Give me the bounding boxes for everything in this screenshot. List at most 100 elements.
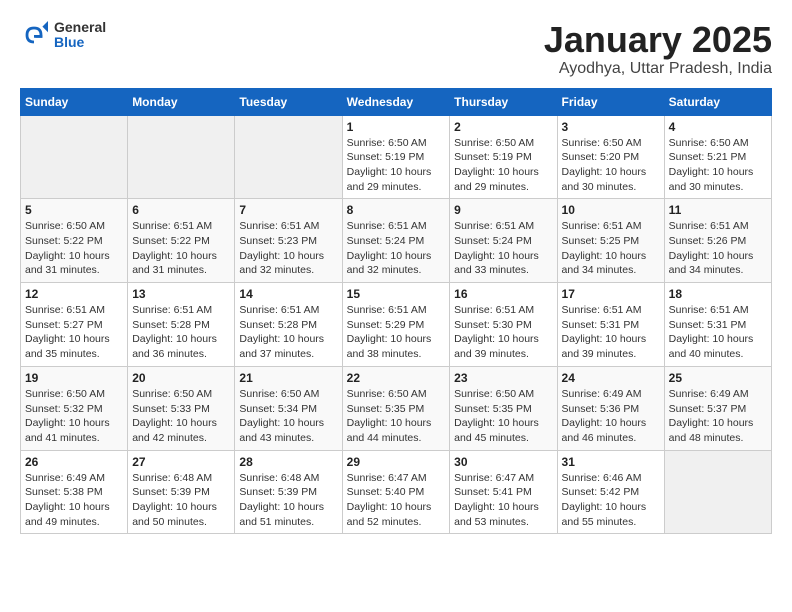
day-info: Sunrise: 6:50 AM Sunset: 5:33 PM Dayligh… xyxy=(132,387,230,446)
day-number: 26 xyxy=(25,455,123,469)
day-info: Sunrise: 6:48 AM Sunset: 5:39 PM Dayligh… xyxy=(239,471,337,530)
day-info: Sunrise: 6:51 AM Sunset: 5:31 PM Dayligh… xyxy=(669,303,767,362)
calendar-cell xyxy=(128,115,235,199)
day-number: 28 xyxy=(239,455,337,469)
day-number: 7 xyxy=(239,203,337,217)
calendar-week-row: 12 Sunrise: 6:51 AM Sunset: 5:27 PM Dayli… xyxy=(21,283,772,367)
day-number: 21 xyxy=(239,371,337,385)
day-number: 4 xyxy=(669,120,767,134)
calendar-cell: 30 Sunrise: 6:47 AM Sunset: 5:41 PM Dayli… xyxy=(450,450,557,534)
day-number: 30 xyxy=(454,455,552,469)
day-number: 23 xyxy=(454,371,552,385)
day-info: Sunrise: 6:50 AM Sunset: 5:19 PM Dayligh… xyxy=(347,136,446,195)
day-number: 11 xyxy=(669,203,767,217)
day-number: 20 xyxy=(132,371,230,385)
day-number: 8 xyxy=(347,203,446,217)
day-of-week-header: Thursday xyxy=(450,88,557,115)
day-number: 14 xyxy=(239,287,337,301)
calendar-cell: 2Sunrise: 6:50 AM Sunset: 5:19 PM Daylig… xyxy=(450,115,557,199)
day-of-week-header: Saturday xyxy=(664,88,771,115)
calendar-cell: 25Sunrise: 6:49 AM Sunset: 5:37 PM Dayli… xyxy=(664,366,771,450)
logo-general-text: General xyxy=(54,20,106,35)
calendar-cell: 13Sunrise: 6:51 AM Sunset: 5:28 PM Dayli… xyxy=(128,283,235,367)
calendar-cell: 10 Sunrise: 6:51 AM Sunset: 5:25 PM Dayli… xyxy=(557,199,664,283)
day-number: 16 xyxy=(454,287,552,301)
calendar-cell: 12 Sunrise: 6:51 AM Sunset: 5:27 PM Dayli… xyxy=(21,283,128,367)
day-info: Sunrise: 6:51 AM Sunset: 5:28 PM Dayligh… xyxy=(239,303,337,362)
day-of-week-header: Monday xyxy=(128,88,235,115)
day-info: Sunrise: 6:46 AM Sunset: 5:42 PM Dayligh… xyxy=(562,471,660,530)
calendar-cell: 5 Sunrise: 6:50 AM Sunset: 5:22 PM Daylig… xyxy=(21,199,128,283)
calendar-cell: 21 Sunrise: 6:50 AM Sunset: 5:34 PM Dayli… xyxy=(235,366,342,450)
day-number: 22 xyxy=(347,371,446,385)
calendar-table: SundayMondayTuesdayWednesdayThursdayFrid… xyxy=(20,88,772,535)
day-info: Sunrise: 6:51 AM Sunset: 5:24 PM Dayligh… xyxy=(347,219,446,278)
day-number: 27 xyxy=(132,455,230,469)
day-number: 6 xyxy=(132,203,230,217)
day-info: Sunrise: 6:51 AM Sunset: 5:29 PM Dayligh… xyxy=(347,303,446,362)
calendar-cell: 17 Sunrise: 6:51 AM Sunset: 5:31 PM Dayli… xyxy=(557,283,664,367)
calendar-week-row: 1 Sunrise: 6:50 AM Sunset: 5:19 PM Daylig… xyxy=(21,115,772,199)
logo: General Blue xyxy=(20,20,106,51)
calendar-cell: 18 Sunrise: 6:51 AM Sunset: 5:31 PM Dayli… xyxy=(664,283,771,367)
calendar-cell: 20 Sunrise: 6:50 AM Sunset: 5:33 PM Dayli… xyxy=(128,366,235,450)
calendar-cell: 29Sunrise: 6:47 AM Sunset: 5:40 PM Dayli… xyxy=(342,450,450,534)
calendar-cell: 28 Sunrise: 6:48 AM Sunset: 5:39 PM Dayli… xyxy=(235,450,342,534)
day-info: Sunrise: 6:51 AM Sunset: 5:25 PM Dayligh… xyxy=(562,219,660,278)
day-info: Sunrise: 6:51 AM Sunset: 5:24 PM Dayligh… xyxy=(454,219,552,278)
calendar-cell: 9Sunrise: 6:51 AM Sunset: 5:24 PM Daylig… xyxy=(450,199,557,283)
calendar-cell xyxy=(664,450,771,534)
calendar-week-row: 19Sunrise: 6:50 AM Sunset: 5:32 PM Dayli… xyxy=(21,366,772,450)
calendar-header: SundayMondayTuesdayWednesdayThursdayFrid… xyxy=(21,88,772,115)
day-number: 2 xyxy=(454,120,552,134)
logo-icon xyxy=(20,21,48,49)
day-info: Sunrise: 6:51 AM Sunset: 5:27 PM Dayligh… xyxy=(25,303,123,362)
day-of-week-header: Wednesday xyxy=(342,88,450,115)
day-info: Sunrise: 6:47 AM Sunset: 5:40 PM Dayligh… xyxy=(347,471,446,530)
calendar-cell: 1 Sunrise: 6:50 AM Sunset: 5:19 PM Daylig… xyxy=(342,115,450,199)
day-number: 1 xyxy=(347,120,446,134)
calendar-cell xyxy=(235,115,342,199)
day-number: 31 xyxy=(562,455,660,469)
day-info: Sunrise: 6:50 AM Sunset: 5:22 PM Dayligh… xyxy=(25,219,123,278)
day-number: 13 xyxy=(132,287,230,301)
day-info: Sunrise: 6:49 AM Sunset: 5:36 PM Dayligh… xyxy=(562,387,660,446)
day-of-week-header: Tuesday xyxy=(235,88,342,115)
calendar-cell: 27Sunrise: 6:48 AM Sunset: 5:39 PM Dayli… xyxy=(128,450,235,534)
day-info: Sunrise: 6:50 AM Sunset: 5:21 PM Dayligh… xyxy=(669,136,767,195)
day-info: Sunrise: 6:50 AM Sunset: 5:35 PM Dayligh… xyxy=(454,387,552,446)
day-info: Sunrise: 6:51 AM Sunset: 5:26 PM Dayligh… xyxy=(669,219,767,278)
day-number: 18 xyxy=(669,287,767,301)
day-of-week-header: Sunday xyxy=(21,88,128,115)
calendar-cell: 4 Sunrise: 6:50 AM Sunset: 5:21 PM Daylig… xyxy=(664,115,771,199)
day-number: 24 xyxy=(562,371,660,385)
day-number: 10 xyxy=(562,203,660,217)
days-of-week-row: SundayMondayTuesdayWednesdayThursdayFrid… xyxy=(21,88,772,115)
day-info: Sunrise: 6:50 AM Sunset: 5:32 PM Dayligh… xyxy=(25,387,123,446)
day-info: Sunrise: 6:50 AM Sunset: 5:35 PM Dayligh… xyxy=(347,387,446,446)
day-info: Sunrise: 6:51 AM Sunset: 5:23 PM Dayligh… xyxy=(239,219,337,278)
day-of-week-header: Friday xyxy=(557,88,664,115)
day-number: 3 xyxy=(562,120,660,134)
day-info: Sunrise: 6:49 AM Sunset: 5:38 PM Dayligh… xyxy=(25,471,123,530)
calendar-week-row: 26 Sunrise: 6:49 AM Sunset: 5:38 PM Dayli… xyxy=(21,450,772,534)
calendar-cell: 16 Sunrise: 6:51 AM Sunset: 5:30 PM Dayli… xyxy=(450,283,557,367)
calendar-cell: 26 Sunrise: 6:49 AM Sunset: 5:38 PM Dayli… xyxy=(21,450,128,534)
day-number: 12 xyxy=(25,287,123,301)
day-info: Sunrise: 6:47 AM Sunset: 5:41 PM Dayligh… xyxy=(454,471,552,530)
calendar-cell: 15Sunrise: 6:51 AM Sunset: 5:29 PM Dayli… xyxy=(342,283,450,367)
calendar-cell: 19Sunrise: 6:50 AM Sunset: 5:32 PM Dayli… xyxy=(21,366,128,450)
day-info: Sunrise: 6:51 AM Sunset: 5:31 PM Dayligh… xyxy=(562,303,660,362)
day-number: 17 xyxy=(562,287,660,301)
calendar-cell: 31 Sunrise: 6:46 AM Sunset: 5:42 PM Dayli… xyxy=(557,450,664,534)
calendar-cell: 23 Sunrise: 6:50 AM Sunset: 5:35 PM Dayli… xyxy=(450,366,557,450)
day-info: Sunrise: 6:51 AM Sunset: 5:30 PM Dayligh… xyxy=(454,303,552,362)
calendar-cell: 14 Sunrise: 6:51 AM Sunset: 5:28 PM Dayli… xyxy=(235,283,342,367)
title-block: January 2025 Ayodhya, Uttar Pradesh, Ind… xyxy=(544,20,772,78)
calendar-cell: 11 Sunrise: 6:51 AM Sunset: 5:26 PM Dayli… xyxy=(664,199,771,283)
day-info: Sunrise: 6:50 AM Sunset: 5:34 PM Dayligh… xyxy=(239,387,337,446)
calendar-cell: 8 Sunrise: 6:51 AM Sunset: 5:24 PM Daylig… xyxy=(342,199,450,283)
calendar-title: January 2025 xyxy=(544,20,772,60)
day-info: Sunrise: 6:49 AM Sunset: 5:37 PM Dayligh… xyxy=(669,387,767,446)
day-number: 5 xyxy=(25,203,123,217)
